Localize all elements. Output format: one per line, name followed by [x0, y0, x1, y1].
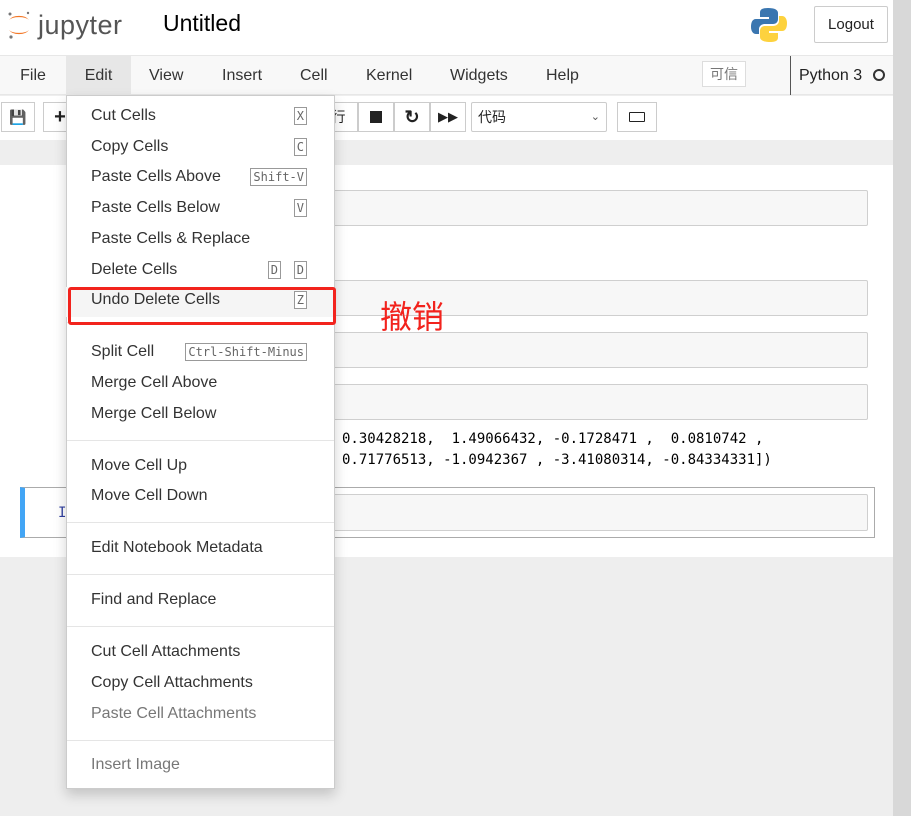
menu-item-merge-cell-above[interactable]: Merge Cell Above [91, 374, 217, 392]
shortcut-key: D [267, 261, 281, 279]
menu-item-edit-notebook-metadata[interactable]: Edit Notebook Metadata [91, 539, 263, 557]
shortcut-key: Ctrl-Shift-Minus [185, 343, 307, 361]
plus-icon: + [54, 105, 66, 128]
menu-widgets[interactable]: Widgets [450, 56, 508, 95]
shortcut-key: Shift-V [250, 168, 307, 186]
chevron-down-icon: ⌄ [590, 111, 600, 123]
trusted-badge[interactable]: 可信 [702, 61, 746, 87]
menu-item-copy-cells[interactable]: Copy Cells [91, 138, 168, 156]
shortcut-key: C [293, 138, 307, 156]
save-icon: 💾 [9, 108, 27, 125]
jupyter-logo-icon [8, 11, 30, 39]
menu-item-cut-cells[interactable]: Cut Cells [91, 107, 156, 125]
cell-output-line: 0.30428218, 1.49066432, -0.1728471 , 0.0… [342, 431, 764, 447]
menu-item-paste-cells-replace[interactable]: Paste Cells & Replace [91, 230, 250, 248]
menu-divider [67, 574, 334, 575]
menu-file[interactable]: File [0, 56, 66, 95]
menu-item-paste-cells-above[interactable]: Paste Cells Above [91, 168, 221, 186]
menu-item-paste-cell-attachments: Paste Cell Attachments [91, 705, 257, 722]
run-all-button[interactable]: ▶▶ [430, 102, 466, 132]
stop-icon [370, 111, 382, 123]
save-button[interactable]: 💾 [1, 102, 35, 132]
interrupt-button[interactable] [358, 102, 394, 132]
highlight-box [68, 287, 336, 325]
menu-item-merge-cell-below[interactable]: Merge Cell Below [91, 405, 216, 423]
code-cell-input[interactable] [330, 384, 868, 420]
menu-help[interactable]: Help [546, 56, 579, 95]
fast-forward-icon: ▶▶ [438, 109, 458, 124]
shortcut-key: X [293, 107, 307, 125]
shortcut-key: V [293, 199, 307, 217]
restart-icon: ↻ [404, 106, 420, 127]
kernel-idle-icon [872, 69, 885, 81]
scrollbar[interactable] [893, 0, 911, 816]
menu-item-move-cell-down[interactable]: Move Cell Down [91, 487, 207, 505]
menu-item-split-cell[interactable]: Split Cell [91, 343, 154, 361]
cell-type-select[interactable]: 代码 ⌄ [471, 102, 607, 132]
menu-item-find-and-replace[interactable]: Find and Replace [91, 591, 216, 609]
edit-menu-items: Cut Cells X Copy Cells C Paste Cells Above Sh… [66, 0, 335, 816]
menu-item-delete-cells[interactable]: Delete Cells [91, 261, 177, 279]
menu-divider [67, 440, 334, 441]
command-palette-button[interactable] [617, 102, 657, 132]
cell-type-value: 代码 [478, 109, 506, 125]
python-logo-icon [751, 8, 787, 42]
menu-item-paste-cells-below[interactable]: Paste Cells Below [91, 199, 220, 217]
annotation-label: 撤销 [380, 299, 445, 335]
keyboard-icon [629, 112, 645, 122]
shortcut-key: D [293, 261, 307, 279]
menu-divider [67, 522, 334, 523]
logout-button[interactable]: Logout [814, 6, 888, 43]
menu-divider [67, 740, 334, 741]
menu-item-copy-cell-attachments[interactable]: Copy Cell Attachments [91, 674, 253, 692]
menu-kernel[interactable]: Kernel [366, 56, 412, 95]
kernel-name: Python 3 [799, 67, 863, 84]
code-cell-input[interactable] [330, 494, 868, 531]
menu-item-cut-cell-attachments[interactable]: Cut Cell Attachments [91, 643, 240, 661]
kernel-indicator: Python 3 [790, 56, 885, 95]
restart-button[interactable]: ↻ [394, 102, 430, 132]
menu-divider [67, 626, 334, 627]
code-cell-input[interactable] [330, 190, 868, 226]
menu-item-move-cell-up[interactable]: Move Cell Up [91, 457, 187, 475]
cell-output-line: 0.71776513, -1.0942367 , -3.41080314, -0… [342, 452, 772, 468]
menu-item-insert-image: Insert Image [91, 756, 180, 773]
